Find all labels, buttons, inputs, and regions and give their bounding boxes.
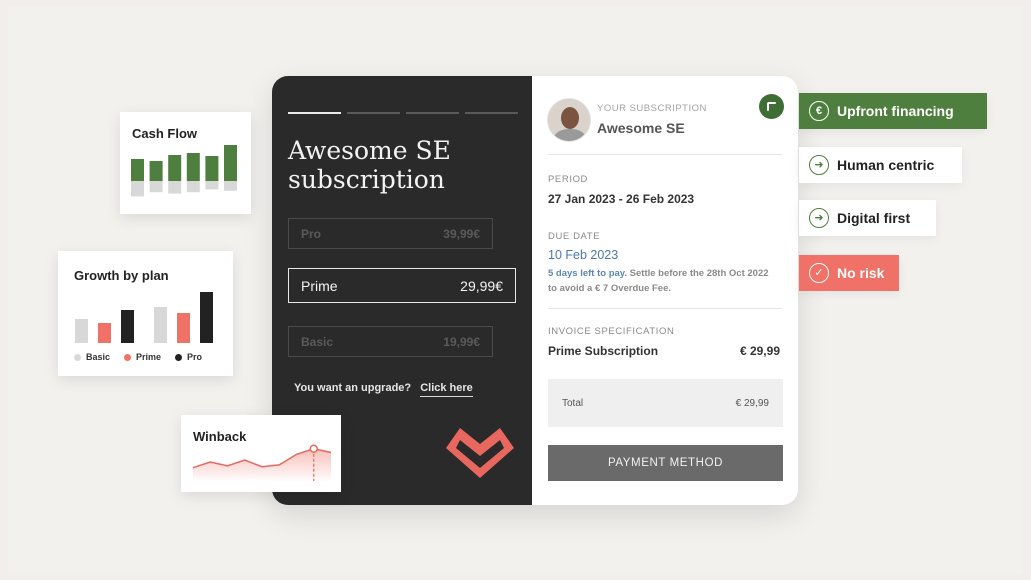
growth-card: Growth by plan Basic Prime Pro <box>58 251 233 376</box>
step-1 <box>288 112 341 114</box>
subscription-title: Awesome SE subscription <box>288 136 451 194</box>
subscription-card: Awesome SE subscription Pro 39,99€ Prime… <box>272 76 798 505</box>
legend-item-pro: Pro <box>175 352 202 362</box>
winback-point <box>309 444 318 453</box>
step-3 <box>406 112 459 114</box>
cash-flow-card: Cash Flow <box>120 112 251 214</box>
period-label: PERIOD <box>548 174 589 185</box>
step-indicator <box>288 112 518 114</box>
invoice-line: Prime Subscription € 29,99 <box>548 344 780 358</box>
invoice-item-price: € 29,99 <box>739 344 780 358</box>
cash-flow-bar-positive <box>224 145 237 181</box>
invoice-spec-label: INVOICE SPECIFICATION <box>548 326 675 337</box>
cash-flow-bar-negative <box>205 181 219 190</box>
cash-flow-bar-negative <box>131 181 144 197</box>
invoice-panel: YOUR SUBSCRIPTION Awesome SE PERIOD 27 J… <box>532 76 798 505</box>
cash-flow-chart <box>131 145 237 197</box>
due-date-value: 10 Feb 2023 <box>548 248 619 262</box>
upgrade-prompt: You want an upgrade? Click here <box>294 382 473 397</box>
plan-name: Prime <box>301 277 338 294</box>
step-4 <box>465 112 518 114</box>
growth-legend: Basic Prime Pro <box>74 352 202 362</box>
euro-icon: € <box>809 101 829 121</box>
corner-arrow-icon <box>767 102 776 111</box>
cash-flow-bar-positive <box>205 156 219 181</box>
period-value: 27 Jan 2023 - 26 Feb 2023 <box>548 192 695 206</box>
cash-flow-bar-negative <box>149 181 163 193</box>
growth-bar-pro <box>200 292 213 343</box>
badge-no-risk: ✓ No risk <box>799 255 899 291</box>
due-date-label: DUE DATE <box>548 231 601 242</box>
divider <box>548 308 782 309</box>
plan-price: 19,99€ <box>443 334 480 349</box>
cash-flow-bar-positive <box>131 159 144 181</box>
plan-option-basic[interactable]: Basic 19,99€ <box>288 326 493 357</box>
arrow-right-circle-icon: ➜ <box>809 155 829 175</box>
growth-bar-pro <box>121 310 134 343</box>
plan-price: 29,99€ <box>460 277 503 294</box>
winback-chart <box>192 444 332 481</box>
divider <box>548 154 782 155</box>
cash-flow-bar-negative <box>224 181 237 191</box>
cash-flow-bar-negative <box>168 181 182 194</box>
badge-label: Digital first <box>837 210 911 226</box>
plan-name: Basic <box>301 334 334 349</box>
arrow-right-circle-icon: ➜ <box>809 208 829 228</box>
growth-bar-basic <box>154 307 167 343</box>
badge-upfront-financing: € Upfront financing <box>799 93 987 129</box>
badge-label: No risk <box>837 265 885 281</box>
winback-area <box>193 448 331 481</box>
legend-item-prime: Prime <box>124 352 161 362</box>
upgrade-link[interactable]: Click here <box>420 382 473 397</box>
badge-label: Upfront financing <box>837 103 954 119</box>
plan-option-prime[interactable]: Prime 29,99€ <box>288 268 516 303</box>
badge-label: Human centric <box>837 157 935 173</box>
plan-name: Pro <box>301 226 322 241</box>
total-label: Total <box>562 397 584 409</box>
badge-human-centric: ➜ Human centric <box>799 147 962 183</box>
badge-digital-first: ➜ Digital first <box>799 200 936 236</box>
cash-flow-bar-positive <box>149 161 163 181</box>
legend-item-basic: Basic <box>74 352 110 362</box>
plan-option-pro[interactable]: Pro 39,99€ <box>288 218 493 249</box>
avatar <box>547 98 591 142</box>
due-note: 5 days left to pay. Settle before the 28… <box>548 266 778 296</box>
growth-bar-basic <box>75 319 88 343</box>
invoice-item: Prime Subscription <box>548 344 659 358</box>
check-circle-icon: ✓ <box>809 263 829 283</box>
total-box: Total € 29,99 <box>548 379 783 427</box>
growth-bar-prime <box>98 323 111 343</box>
step-2 <box>347 112 400 114</box>
upgrade-text: You want an upgrade? <box>294 382 412 394</box>
subscription-label: YOUR SUBSCRIPTION <box>597 103 707 114</box>
cash-flow-bar-positive <box>168 155 182 181</box>
subscription-name: Awesome SE <box>597 120 685 136</box>
collapse-button[interactable] <box>759 94 784 119</box>
winback-card: Winback <box>181 415 341 492</box>
cash-flow-bar-negative <box>186 181 200 193</box>
plan-price: 39,99€ <box>443 226 480 241</box>
cash-flow-bar-positive <box>186 153 200 181</box>
growth-bar-prime <box>177 313 190 343</box>
total-value: € 29,99 <box>735 397 769 409</box>
payment-method-button[interactable]: PAYMENT METHOD <box>548 445 783 481</box>
brand-logo-icon <box>446 428 514 478</box>
due-note-highlight: 5 days left to pay. <box>548 268 628 279</box>
